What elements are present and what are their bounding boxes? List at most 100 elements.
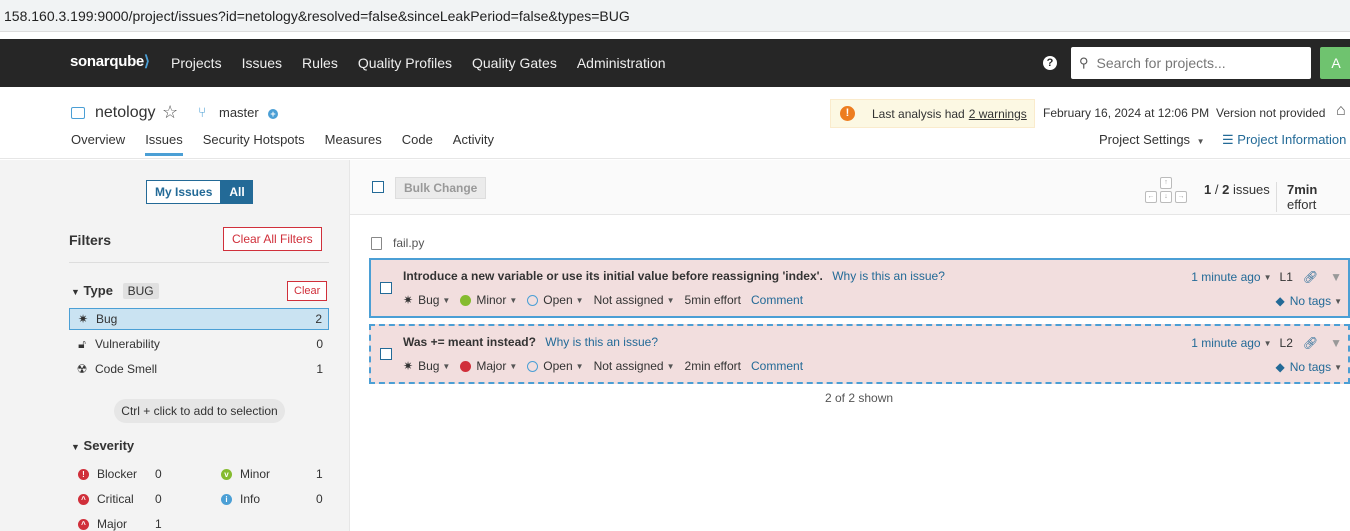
tags-label: No tags bbox=[1289, 360, 1332, 374]
project-settings-menu[interactable]: Project Settings ▼ bbox=[1099, 132, 1205, 147]
severity-filter-blocker[interactable]: ! Blocker 0 bbox=[78, 467, 162, 481]
tab-measures[interactable]: Measures bbox=[325, 132, 382, 156]
issue-age-link[interactable]: 1 minute ago bbox=[1191, 336, 1260, 350]
issue-effort: 5min effort bbox=[684, 293, 742, 307]
all-issues-button[interactable]: All bbox=[221, 180, 253, 204]
issue-assignee-dropdown[interactable]: Not assigned ▼ bbox=[594, 359, 675, 373]
sonarqube-logo[interactable]: sonarqube⟩ bbox=[70, 52, 150, 70]
issue-item[interactable]: Introduce a new variable or use its init… bbox=[369, 258, 1350, 318]
severity-filter-minor[interactable]: v Minor 1 bbox=[221, 467, 323, 481]
project-tabs: Overview Issues Security Hotspots Measur… bbox=[71, 132, 514, 156]
nav-administration[interactable]: Administration bbox=[577, 55, 666, 71]
tab-activity[interactable]: Activity bbox=[453, 132, 494, 156]
project-information-link[interactable]: ☰ Project Information bbox=[1222, 132, 1346, 148]
nav-quality-gates[interactable]: Quality Gates bbox=[472, 55, 557, 71]
bug-icon: ✷ bbox=[77, 312, 89, 326]
tab-code[interactable]: Code bbox=[402, 132, 433, 156]
issue-severity: Major bbox=[476, 359, 507, 373]
select-all-checkbox[interactable] bbox=[372, 181, 384, 193]
help-icon[interactable]: ? bbox=[1043, 56, 1057, 70]
type-label: Vulnerability bbox=[95, 337, 160, 351]
comment-link[interactable]: Comment bbox=[751, 359, 803, 373]
link-icon[interactable]: 🔗︎ bbox=[1303, 270, 1318, 284]
type-filter-code-smell[interactable]: ☢︎ Code Smell 1 bbox=[69, 358, 329, 380]
issue-item[interactable]: Was += meant instead? Why is this an iss… bbox=[369, 324, 1350, 384]
issue-checkbox[interactable] bbox=[380, 348, 392, 360]
project-name[interactable]: netology bbox=[95, 104, 156, 122]
code-smell-icon: ☢︎ bbox=[76, 362, 88, 376]
tags-icon: ◆ bbox=[1275, 294, 1285, 308]
bulk-change-button[interactable]: Bulk Change bbox=[395, 177, 487, 199]
tab-security-hotspots[interactable]: Security Hotspots bbox=[203, 132, 305, 156]
severity-filter-major[interactable]: ^ Major 1 bbox=[78, 517, 162, 531]
filter-icon[interactable]: ▼ bbox=[1330, 336, 1342, 350]
file-header[interactable]: fail.py bbox=[371, 236, 424, 250]
type-facet-header[interactable]: ▼ Type BUG bbox=[71, 283, 159, 299]
search-input[interactable] bbox=[1096, 55, 1297, 71]
comment-link[interactable]: Comment bbox=[751, 293, 803, 307]
issue-message[interactable]: Introduce a new variable or use its init… bbox=[403, 269, 945, 283]
minor-icon: v bbox=[221, 468, 232, 480]
issue-status-dropdown[interactable]: Open ▼ bbox=[527, 293, 584, 307]
issue-age-link[interactable]: 1 minute ago bbox=[1191, 270, 1260, 284]
tab-issues[interactable]: Issues bbox=[145, 132, 183, 156]
issue-status-dropdown[interactable]: Open ▼ bbox=[527, 359, 584, 373]
favorite-star-icon[interactable]: ☆ bbox=[162, 102, 178, 123]
issue-type: Bug bbox=[418, 293, 440, 307]
issue-type-dropdown[interactable]: ✷ Bug ▼ bbox=[403, 359, 450, 373]
bug-icon: ✷ bbox=[403, 359, 414, 373]
my-issues-button[interactable]: My Issues bbox=[146, 180, 222, 204]
severity-facet-header[interactable]: ▼ Severity bbox=[71, 438, 134, 453]
filter-icon[interactable]: ▼ bbox=[1330, 270, 1342, 284]
add-branch-icon[interactable]: + bbox=[268, 109, 278, 119]
project-search[interactable]: ⚲ bbox=[1071, 47, 1311, 79]
type-filter-vulnerability[interactable]: 🔓︎ Vulnerability 0 bbox=[69, 333, 329, 355]
clear-all-filters-button[interactable]: Clear All Filters bbox=[223, 227, 322, 251]
issue-meta: ✷ Bug ▼ Major ▼ Open ▼ Not assigned ▼ 2min ef… bbox=[403, 359, 813, 373]
why-link[interactable]: Why is this an issue? bbox=[832, 269, 945, 283]
severity-filter-critical[interactable]: ^ Critical 0 bbox=[78, 492, 162, 506]
status-open-icon bbox=[527, 360, 539, 372]
major-icon bbox=[460, 360, 472, 372]
type-count: 1 bbox=[316, 362, 323, 376]
type-count: 2 bbox=[315, 312, 322, 326]
filters-sidebar: My Issues All Filters Clear All Filters … bbox=[0, 160, 350, 531]
home-icon[interactable]: ⌂ bbox=[1336, 102, 1346, 120]
issue-type-dropdown[interactable]: ✷ Bug ▼ bbox=[403, 293, 450, 307]
top-navigation: sonarqube⟩ Projects Issues Rules Quality… bbox=[0, 39, 1350, 87]
tab-overview[interactable]: Overview bbox=[71, 132, 125, 156]
issue-severity-dropdown[interactable]: Minor ▼ bbox=[460, 293, 517, 307]
type-facet-label: Type bbox=[83, 283, 113, 298]
nav-quality-profiles[interactable]: Quality Profiles bbox=[358, 55, 452, 71]
issue-severity-dropdown[interactable]: Major ▼ bbox=[460, 359, 517, 373]
issue-tags[interactable]: ◆ No tags ▼ bbox=[1275, 360, 1342, 374]
severity-count: 0 bbox=[155, 467, 162, 481]
severity-filter-info[interactable]: i Info 0 bbox=[221, 492, 323, 506]
issue-message[interactable]: Was += meant instead? Why is this an iss… bbox=[403, 335, 658, 349]
issue-tags[interactable]: ◆ No tags ▼ bbox=[1275, 294, 1342, 308]
issues-toolbar: Bulk Change ↑ ← ↓ → 1 / 2 issues 7min ef… bbox=[350, 160, 1350, 215]
link-icon[interactable]: 🔗︎ bbox=[1303, 336, 1318, 350]
project-header: netology ☆ ⑂ master + ! Last analysis ha… bbox=[0, 87, 1350, 159]
type-label: Bug bbox=[96, 312, 118, 326]
filters-title: Filters bbox=[69, 232, 112, 248]
major-icon: ^ bbox=[78, 518, 89, 530]
warnings-link[interactable]: 2 warnings bbox=[969, 107, 1027, 121]
avatar[interactable]: A bbox=[1320, 47, 1350, 79]
project-settings-label: Project Settings bbox=[1099, 132, 1191, 147]
type-filter-bug[interactable]: ✷ Bug 2 bbox=[69, 308, 329, 330]
issue-checkbox[interactable] bbox=[380, 282, 392, 294]
address-bar[interactable]: 158.160.3.199:9000/project/issues?id=net… bbox=[0, 0, 1350, 32]
tags-label: No tags bbox=[1289, 294, 1332, 308]
nav-projects[interactable]: Projects bbox=[171, 55, 222, 71]
branch-name[interactable]: master bbox=[219, 105, 259, 120]
clear-type-button[interactable]: Clear bbox=[287, 281, 328, 301]
nav-issues[interactable]: Issues bbox=[242, 55, 282, 71]
why-link[interactable]: Why is this an issue? bbox=[545, 335, 658, 349]
nav-rules[interactable]: Rules bbox=[302, 55, 338, 71]
issue-assignee-dropdown[interactable]: Not assigned ▼ bbox=[594, 293, 675, 307]
chevron-down-icon: ▼ bbox=[1196, 137, 1205, 146]
severity-label: Minor bbox=[240, 467, 271, 481]
warning-text: Last analysis had bbox=[872, 106, 965, 121]
issue-assignee: Not assigned bbox=[593, 293, 664, 307]
